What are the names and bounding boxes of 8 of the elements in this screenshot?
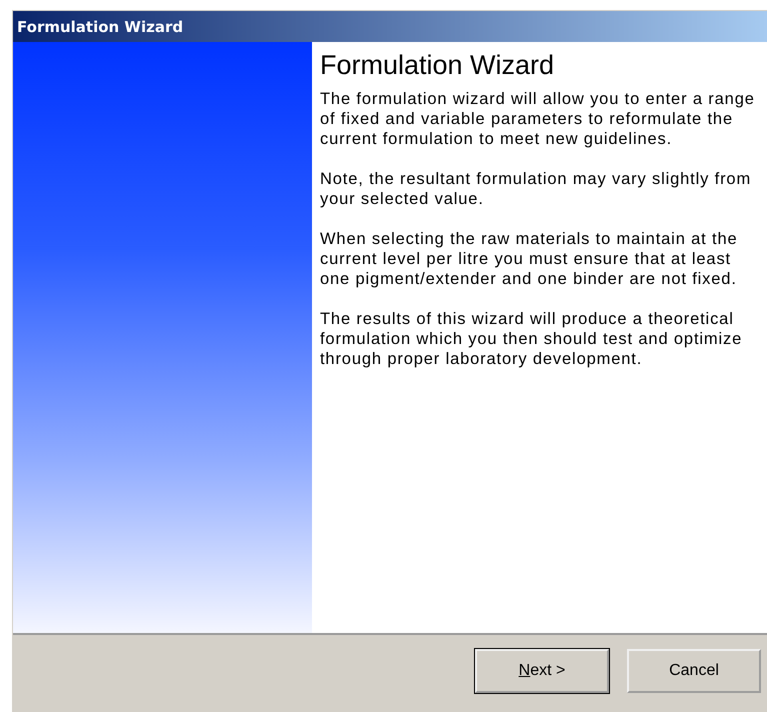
paragraph: When selecting the raw materials to maintain at the current level per litre you must ensure that at least one pigment/extender and one binder are not fixed. <box>320 229 739 289</box>
cancel-button[interactable]: Cancel <box>627 649 761 693</box>
next-button[interactable]: Next > <box>475 649 609 693</box>
page-heading: Formulation Wizard <box>320 50 556 81</box>
paragraph: The formulation wizard will allow you to enter a range of fixed and variable parameters to reformulate the current formulation to meet new guidelines. <box>320 89 756 149</box>
window-title: Formulation Wizard <box>17 18 184 36</box>
paragraph: The results of this wizard will produce a theoretical formulation which you then should test and optimize through proper laboratory development. <box>320 309 744 369</box>
paragraph: Note, the resultant formulation may vary slightly from your selected value. <box>320 169 752 209</box>
